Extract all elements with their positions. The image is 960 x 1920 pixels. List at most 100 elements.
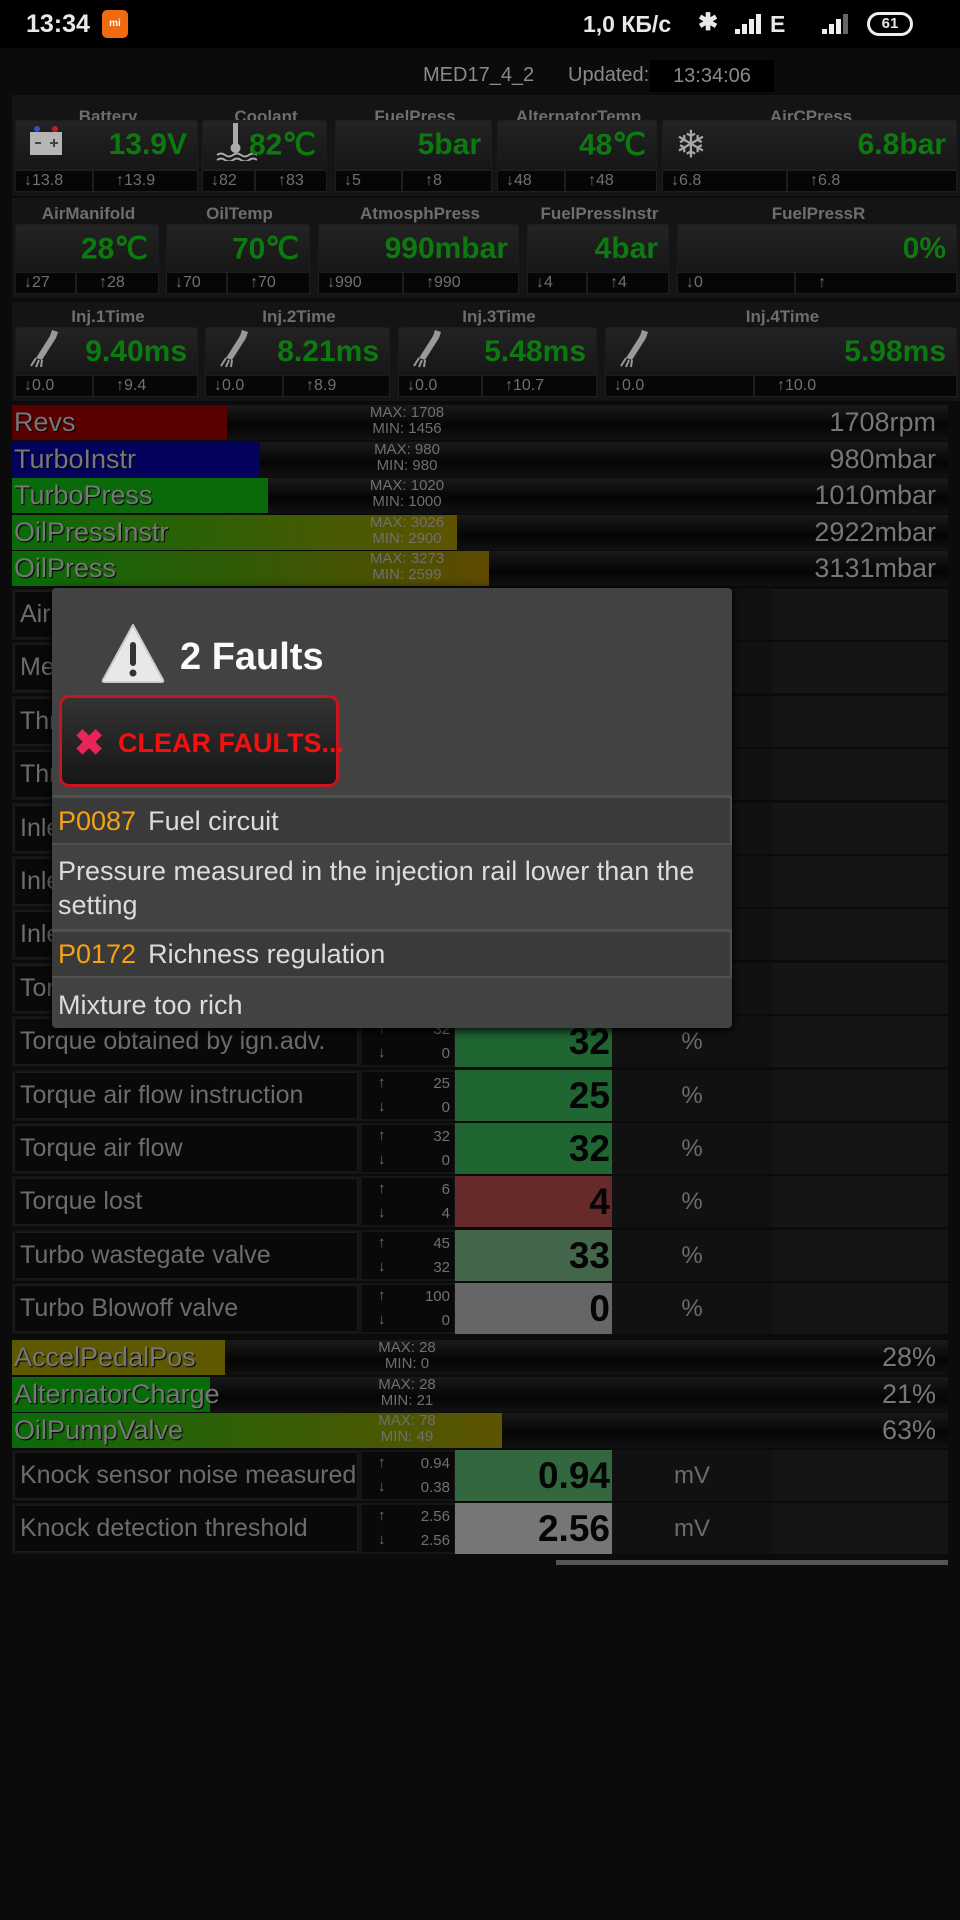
bar-turbopress[interactable]: TurboPress MAX: 1020 MIN: 1000 1010mbar <box>12 478 948 513</box>
gauge-inj4time[interactable]: 5.98ms <box>605 327 957 377</box>
gauge-inj2time[interactable]: 8.21ms <box>205 327 390 377</box>
bar-max: MAX: 28 <box>378 1375 436 1393</box>
gauge-min: ↓0.0 <box>398 375 482 397</box>
bar-min: MIN: 2900 <box>372 529 442 547</box>
table-row[interactable]: Torque air flow instruction ↑ ↓ 25 0 25% <box>12 1069 948 1121</box>
injector-icon <box>218 328 252 376</box>
bar-min: MIN: 49 <box>380 1428 434 1445</box>
table-row[interactable]: Torque air flow ↑ ↓ 32 0 32% <box>12 1123 948 1174</box>
gauge-min: ↓0.0 <box>605 375 754 397</box>
row-name: Torque air flow <box>14 1125 358 1172</box>
clear-faults-button[interactable]: ✖ CLEAR FAULTS... <box>59 695 344 787</box>
min-value: 0.0 <box>622 377 645 394</box>
gauge-max: ↑70 <box>227 272 310 294</box>
bar-oilpumpvalve[interactable]: OilPumpValve MAX: 78 MIN: 49 63% <box>12 1413 948 1448</box>
arrow-down-icon: ↓ <box>211 172 219 189</box>
close-icon: ✖ <box>74 722 105 763</box>
gauge-value: 9.40ms <box>85 335 187 368</box>
table-row[interactable]: Knock sensor noise measured ↑ ↓ 0.94 0.38 0.9… <box>12 1450 948 1501</box>
bar-revs[interactable]: Revs MAX: 1708 MIN: 1456 1708rpm <box>12 405 948 440</box>
min-value: 6.8 <box>679 172 702 189</box>
row-value: 2.56 <box>455 1503 612 1555</box>
gauge-atmosphpress[interactable]: 990mbar <box>318 224 519 274</box>
fault-item[interactable]: P0087 Fuel circuit <box>52 795 732 845</box>
min-value: 48 <box>514 172 532 189</box>
bar-max: MAX: 3273 <box>369 550 445 567</box>
max-value: 8.9 <box>314 377 337 394</box>
gauge-value: 5bar <box>417 128 481 161</box>
gauge-aircpress[interactable]: ❄ 6.8bar <box>662 120 957 170</box>
fault-item[interactable]: P0172 Richness regulation <box>52 929 732 978</box>
gauge-min: ↓6.8 <box>662 170 787 192</box>
fault-code: P0087 <box>58 806 137 836</box>
arrow-up-icon: ↑ <box>610 274 618 291</box>
bar-value: 980mbar <box>829 443 936 474</box>
table-row[interactable]: Turbo wastegate valve ↑ ↓ 45 32 33% <box>12 1229 948 1281</box>
gauge-value: 28℃ <box>80 232 148 266</box>
gauge-airmanifold[interactable]: 28℃ <box>15 224 159 274</box>
gauge-value: 990mbar <box>384 232 508 265</box>
arrow-down-icon: ↓ <box>671 172 679 189</box>
bar-name: OilPress <box>14 553 117 583</box>
bar-name: TurboPress <box>14 480 153 510</box>
table-row[interactable]: Turbo Blowoff valve ↑ ↓ 100 0 0% <box>12 1283 948 1335</box>
fault-code: P0172 <box>58 939 137 969</box>
bluetooth-icon: ✱ <box>698 9 719 36</box>
row-max: 32 <box>433 1128 450 1145</box>
bar-alternatorcharge[interactable]: AlternatorCharge MAX: 28 MIN: 21 21% <box>12 1375 948 1412</box>
injector-icon <box>618 328 652 376</box>
row-min: 0 <box>441 1098 450 1116</box>
arrow-down-icon: ↓ <box>24 377 32 394</box>
arrow-down-icon: ↓ <box>378 1044 386 1062</box>
row-value: 4 <box>455 1176 612 1228</box>
bar-oilpress[interactable]: OilPress MAX: 3273 MIN: 2599 3131mbar <box>12 551 948 586</box>
row-minmax: ↑ ↓ 32 0 <box>362 1125 454 1172</box>
arrow-up-icon: ↑ <box>378 1454 386 1471</box>
gauge-max: ↑4 <box>587 272 669 294</box>
mi-app-icon: mi <box>102 10 128 38</box>
row-minmax: ↑ ↓ 45 32 <box>362 1231 454 1279</box>
gauge-inj1time[interactable]: 9.40ms <box>15 327 198 377</box>
bar-turboinstr[interactable]: TurboInstr MAX: 980 MIN: 980 980mbar <box>12 441 948 477</box>
arrow-up-icon: ↑ <box>505 377 513 394</box>
scrollbar[interactable] <box>556 1560 948 1565</box>
table-row[interactable]: Knock detection threshold ↑ ↓ 2.56 2.56 2.56 m… <box>12 1503 948 1555</box>
fault-name: Fuel circuit <box>148 806 279 836</box>
gauge-value: 8.21ms <box>277 335 379 368</box>
arrow-down-icon: ↓ <box>536 274 544 291</box>
row-min: 2.56 <box>420 1532 450 1550</box>
max-value: 48 <box>596 172 614 189</box>
gauge-coolant[interactable]: 82℃ <box>202 120 327 170</box>
gauge-label: Inj.1Time <box>71 307 145 326</box>
gauge-battery[interactable]: 13.9V <box>15 120 198 170</box>
row-max: 6 <box>441 1181 450 1199</box>
row-unit: % <box>612 1176 772 1228</box>
snowflake-icon: ❄ <box>675 124 707 167</box>
gauge-fuelpress[interactable]: 5bar <box>335 120 492 170</box>
gauge-label: FuelPressInstr <box>540 204 659 223</box>
table-row[interactable]: Torque lost ↑ ↓ 6 4 4% <box>12 1176 948 1228</box>
bar-name: AccelPedalPos <box>14 1342 196 1372</box>
arrow-up-icon: ↑ <box>99 274 107 291</box>
bar-value: 21% <box>881 1378 936 1409</box>
gauge-max: ↑83 <box>255 170 327 192</box>
gauge-label: Inj.4Time <box>745 307 820 326</box>
bar-oilpressinstr[interactable]: OilPressInstr MAX: 3026 MIN: 2900 2922mbar <box>12 514 948 550</box>
row-min: 0 <box>441 1152 450 1169</box>
arrow-up-icon: ↑ <box>306 377 314 394</box>
gauge-fuelpressr[interactable]: 0% <box>677 224 957 274</box>
gauge-inj3time[interactable]: 5.48ms <box>398 327 597 377</box>
row-value: 32 <box>455 1123 612 1174</box>
updated-label: Updated: <box>568 64 650 86</box>
arrow-up-icon: ↑ <box>818 274 826 291</box>
gauge-max: ↑8.9 <box>283 375 390 397</box>
min-value: 27 <box>32 274 50 291</box>
gauge-oiltemp[interactable]: 70℃ <box>166 224 310 274</box>
bar-accelpedalpos[interactable]: AccelPedalPos MAX: 28 MIN: 0 28% <box>12 1340 948 1375</box>
gauge-fuelpressinstr[interactable]: 4bar <box>527 224 669 274</box>
bar-max: MAX: 1020 <box>369 477 445 494</box>
gauge-label: AirManifold <box>41 204 136 223</box>
gauge-alternatortemp[interactable]: 48℃ <box>497 120 657 170</box>
row-min: 0 <box>441 1312 450 1330</box>
bar-minmax: MAX: 28 MIN: 0 <box>352 1340 462 1372</box>
